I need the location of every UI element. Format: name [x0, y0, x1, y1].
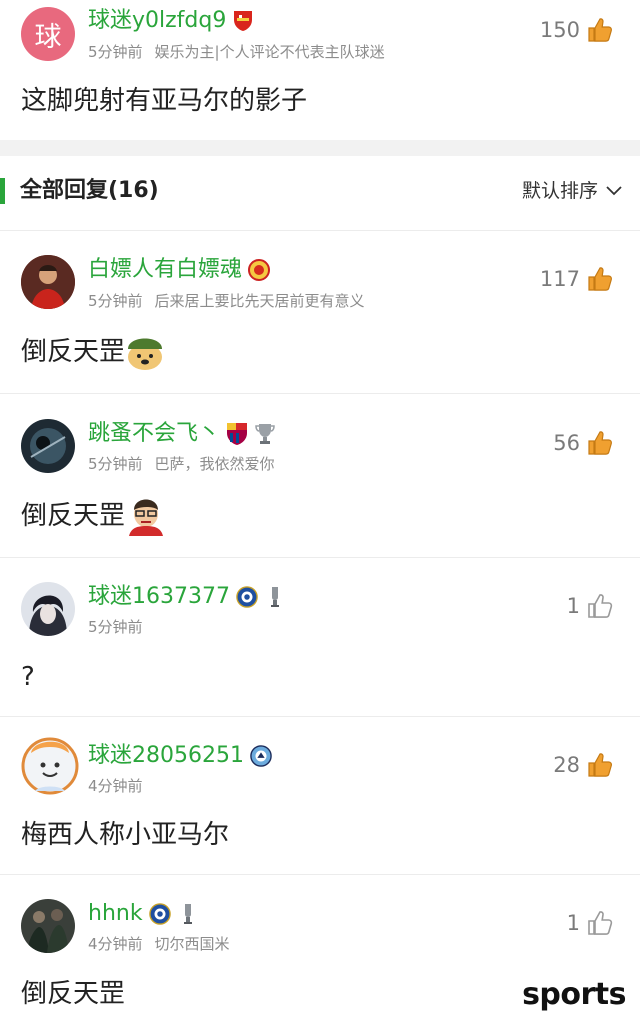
barcelona-badge-icon: [226, 422, 248, 446]
thumbs-up-icon: [586, 751, 614, 779]
username-row: 球迷1637377: [88, 582, 286, 612]
like-count: 1: [566, 594, 580, 618]
watermark-logo: sports: [522, 977, 626, 1012]
section-accent-bar: [0, 178, 5, 204]
trophy-icon: [264, 585, 286, 609]
like-count: 1: [566, 911, 580, 935]
divider: [0, 230, 640, 231]
avatar[interactable]: [21, 419, 75, 473]
like-button[interactable]: 117: [540, 265, 614, 293]
comment-content: 倒反天罡: [21, 333, 165, 371]
thumbs-up-icon: [586, 909, 614, 937]
thumbs-up-icon: [586, 592, 614, 620]
avatar-initial: 球: [34, 21, 62, 53]
arsenal-badge-icon: [232, 9, 254, 33]
comment-time: 4分钟前: [88, 777, 143, 795]
manchester-city-badge-icon: [250, 744, 272, 768]
like-count: 28: [553, 753, 580, 777]
user-signature: 娱乐为主|个人评论不代表主队球迷: [154, 43, 385, 61]
like-button[interactable]: 1: [567, 592, 614, 620]
user-signature: 巴萨，我依然爱你: [154, 455, 275, 473]
comment-text: 倒反天罡: [21, 979, 126, 1009]
replies-title: 全部回复(16): [20, 178, 159, 203]
user-signature: 后来居上要比先天居前更有意义: [154, 292, 365, 310]
thumbs-up-icon: [586, 265, 614, 293]
comment-content: 倒反天罡: [21, 496, 167, 536]
section-separator: [0, 140, 640, 156]
username[interactable]: 球迷y0lzfdq9: [88, 6, 226, 36]
like-count: 117: [539, 267, 580, 291]
username[interactable]: 白嫖人有白嫖魂: [88, 255, 242, 285]
comment-text: 梅西人称小亚马尔: [21, 820, 230, 850]
username[interactable]: hhnk: [88, 899, 143, 929]
avatar-cartoon: [21, 737, 79, 795]
user-signature: 切尔西国米: [154, 935, 230, 953]
avatar[interactable]: [21, 899, 75, 953]
manchester-united-badge-icon: [248, 258, 271, 282]
avatar-photo: [21, 255, 75, 309]
comment-time: 5分钟前: [88, 455, 143, 473]
divider: [0, 874, 640, 875]
comment-meta: 5分钟前 娱乐为主|个人评论不代表主队球迷: [88, 42, 385, 62]
comment-meta: 4分钟前 切尔西国米: [88, 934, 230, 954]
comment-meta: 5分钟前 巴萨，我依然爱你: [88, 454, 275, 474]
angry-face-sticker-icon: [129, 499, 164, 536]
comment-text: 这脚兜射有亚马尔的影子: [21, 86, 308, 116]
comment-time: 5分钟前: [88, 618, 143, 636]
like-count: 56: [553, 431, 580, 455]
comment-meta: 5分钟前 后来居上要比先天居前更有意义: [88, 291, 365, 311]
username-row: 跳蚤不会飞丶: [88, 419, 276, 449]
thumbs-up-icon: [586, 16, 614, 44]
avatar-photo: [21, 582, 75, 636]
like-button[interactable]: 28: [553, 751, 614, 779]
sort-label: 默认排序: [521, 180, 598, 202]
trophy-icon: [177, 902, 199, 926]
like-button[interactable]: 1: [567, 909, 614, 937]
username[interactable]: 球迷1637377: [88, 582, 230, 612]
username-row: hhnk: [88, 899, 199, 929]
username-row: 球迷28056251: [88, 741, 272, 771]
avatar-photo: [21, 419, 75, 473]
comment-time: 5分钟前: [88, 43, 143, 61]
username[interactable]: 跳蚤不会飞丶: [88, 419, 220, 449]
avatar-photo: [21, 899, 75, 953]
comment-meta: 4分钟前: [88, 776, 143, 796]
trophy-icon: [254, 422, 276, 446]
divider: [0, 716, 640, 717]
divider: [0, 557, 640, 558]
like-count: 150: [539, 18, 580, 42]
comment-text: 倒反天罡: [21, 337, 126, 367]
top-comment: 球 球迷y0lzfdq9 5分钟前 娱乐为主|个人评论不代表主队球迷 150 这脚…: [0, 0, 640, 140]
avatar[interactable]: [21, 255, 75, 309]
sort-dropdown[interactable]: 默认排序: [522, 178, 622, 204]
avatar[interactable]: [21, 737, 79, 795]
replies-header: 全部回复(16) 默认排序: [0, 156, 640, 230]
username-row: 白嫖人有白嫖魂: [88, 255, 271, 285]
thumbs-up-icon: [586, 429, 614, 457]
avatar[interactable]: [21, 582, 75, 636]
chevron-down-icon: [606, 186, 622, 196]
doge-sticker-icon: [128, 338, 163, 370]
comment-text: 倒反天罡: [21, 501, 126, 531]
comment-text: ?: [21, 662, 35, 692]
chelsea-badge-icon: [236, 585, 258, 609]
username[interactable]: 球迷28056251: [88, 741, 244, 771]
avatar[interactable]: 球: [21, 7, 75, 61]
divider: [0, 393, 640, 394]
chelsea-badge-icon: [148, 902, 171, 926]
username-row: 球迷y0lzfdq9: [88, 6, 254, 36]
comment-time: 5分钟前: [88, 292, 143, 310]
comment-meta: 5分钟前: [88, 617, 143, 637]
like-button[interactable]: 56: [553, 429, 614, 457]
comment-time: 4分钟前: [88, 935, 143, 953]
like-button[interactable]: 150: [540, 16, 614, 44]
